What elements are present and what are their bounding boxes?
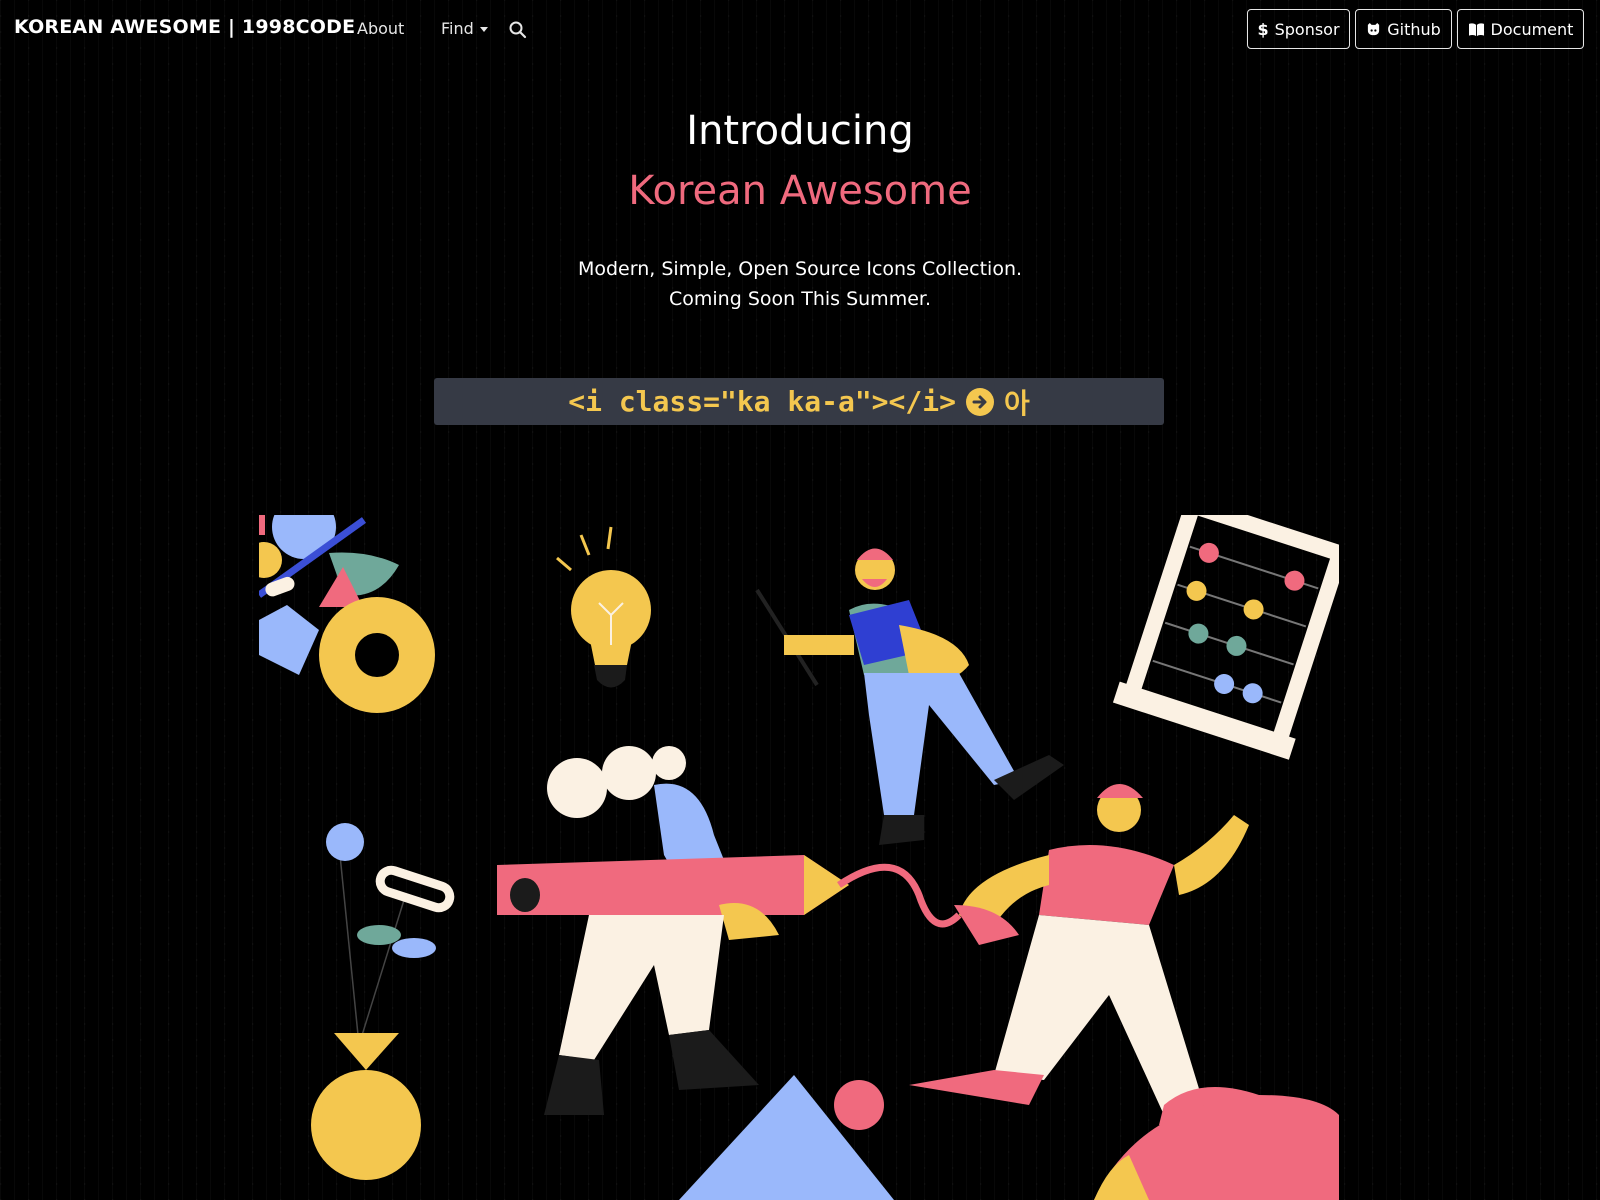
code-snippet: <i class="ka ka-a"></i> bbox=[568, 385, 956, 418]
hero-illustration bbox=[259, 515, 1339, 1200]
arrow-right-circle-icon bbox=[965, 387, 994, 416]
nav-find-label: Find bbox=[441, 19, 474, 38]
document-button-label: Document bbox=[1490, 19, 1574, 39]
nav-find-dropdown[interactable]: Find bbox=[441, 19, 488, 38]
baseball-player-illustration bbox=[909, 784, 1259, 1125]
book-icon bbox=[1468, 22, 1485, 37]
caret-down-icon bbox=[479, 27, 488, 32]
hero-title: Korean Awesome bbox=[628, 168, 972, 214]
sponsor-button-label: Sponsor bbox=[1274, 19, 1340, 39]
github-button-label: Github bbox=[1387, 19, 1441, 39]
sponsor-button[interactable]: $ Sponsor bbox=[1247, 9, 1350, 49]
geometric-shapes-cluster bbox=[259, 515, 435, 713]
hero-subtitle-line2: Coming Soon This Summer. bbox=[669, 288, 931, 310]
nav-about[interactable]: About bbox=[357, 19, 404, 38]
github-icon bbox=[1366, 22, 1381, 37]
navbar: KOREAN AWESOME | 1998CODE About Find $ S… bbox=[0, 0, 1600, 60]
dollar-icon: $ bbox=[1257, 19, 1269, 39]
brand-logo[interactable]: KOREAN AWESOME | 1998CODE bbox=[14, 16, 355, 38]
hanging-mobile-illustration bbox=[311, 823, 455, 1180]
document-button[interactable]: Document bbox=[1457, 9, 1584, 49]
github-button[interactable]: Github bbox=[1355, 9, 1452, 49]
hero-subtitle-line1: Modern, Simple, Open Source Icons Collec… bbox=[577, 258, 1023, 280]
hero-intro: Introducing bbox=[686, 108, 914, 154]
code-example: <i class="ka ka-a"></i> 아 bbox=[434, 378, 1164, 425]
abacus-illustration bbox=[1112, 515, 1339, 760]
hero-subtitle: Modern, Simple, Open Source Icons Collec… bbox=[0, 254, 1600, 314]
lightbulb-illustration bbox=[556, 526, 651, 688]
reading-man-illustration bbox=[755, 548, 1064, 845]
search-icon[interactable] bbox=[508, 20, 528, 40]
hangul-result-glyph: 아 bbox=[1003, 386, 1030, 420]
